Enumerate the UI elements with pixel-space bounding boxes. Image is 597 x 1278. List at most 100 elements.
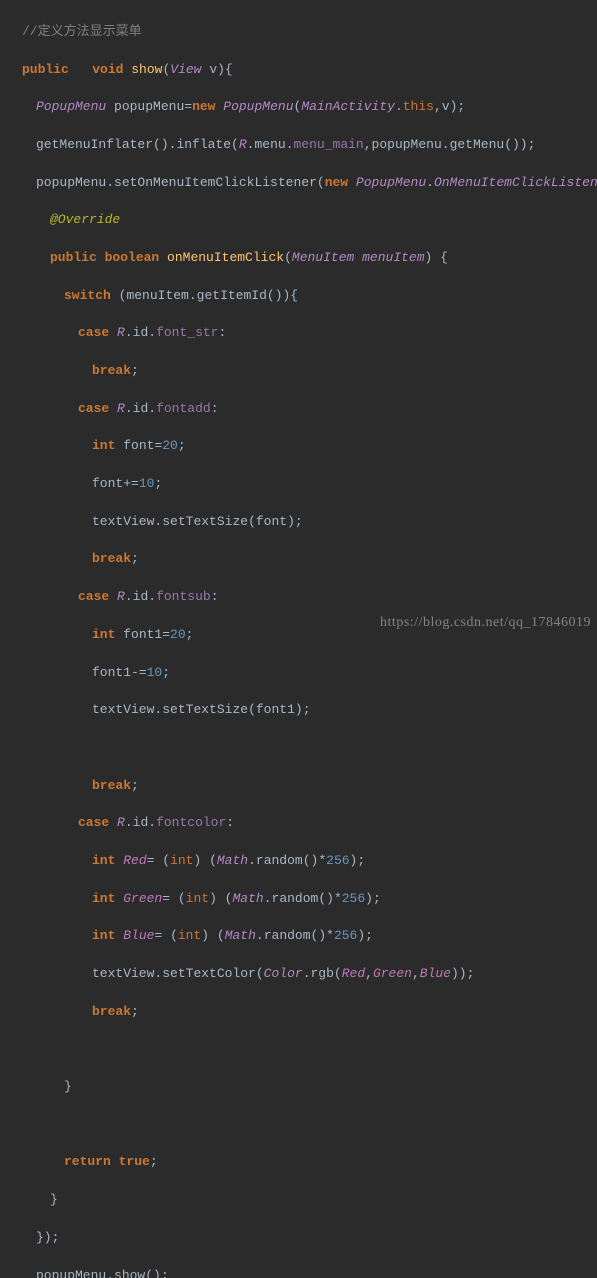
var-font1: font1 [123, 627, 162, 642]
fontsub: fontsub [156, 589, 211, 604]
getmenu: getMenu [450, 137, 505, 152]
break2: break [92, 551, 131, 566]
settextsize2: setTextSize [162, 702, 248, 717]
num256a: 256 [326, 853, 349, 868]
cast-int2: int [186, 891, 209, 906]
kw-return: return [64, 1154, 111, 1169]
menu-main: menu_main [294, 137, 364, 152]
kw-case1: case [78, 325, 109, 340]
arg-v: v [442, 99, 450, 114]
kw-int2: int [92, 627, 115, 642]
cast-int3: int [178, 928, 201, 943]
onmenuitemclick: onMenuItemClick [167, 250, 284, 265]
textview2: textView [92, 702, 154, 717]
code-editor[interactable]: //定义方法显示菜单 public void show(View v){ Pop… [0, 0, 597, 1278]
id3: id [133, 589, 149, 604]
num10a: 10 [139, 476, 155, 491]
popupmenu-show: popupMenu [36, 1268, 106, 1278]
type-popupmenu: PopupMenu [36, 99, 106, 114]
font-str: font_str [156, 325, 218, 340]
menu: menu [254, 137, 285, 152]
var-font2: font [92, 476, 123, 491]
setlistener: setOnMenuItemClickListener [114, 175, 317, 190]
menuitem-param: menuItem [362, 250, 424, 265]
kw-public2: public [50, 250, 97, 265]
brace2: } [50, 1192, 58, 1207]
var-popupmenu: popupMenu [114, 99, 184, 114]
math2: Math [232, 891, 263, 906]
kw-public: public [22, 62, 69, 77]
arg-green: Green [373, 966, 412, 981]
random2: random [272, 891, 319, 906]
var-green: Green [123, 891, 162, 906]
minuseq: -= [131, 665, 147, 680]
fontadd: fontadd [156, 401, 211, 416]
menuitem-var: menuItem [126, 288, 188, 303]
kw-true: true [119, 1154, 150, 1169]
kw-int5: int [92, 928, 115, 943]
mul2: * [334, 891, 342, 906]
close-paren: }); [36, 1230, 59, 1245]
method-show: show [131, 62, 162, 77]
kw-new: new [192, 99, 215, 114]
kw-this: this [403, 99, 434, 114]
kw-case3: case [78, 589, 109, 604]
getmenuinflater: getMenuInflater [36, 137, 153, 152]
popupmenu-type: PopupMenu [356, 175, 426, 190]
arg-font: font [256, 514, 287, 529]
popupmenu-call: popupMenu [36, 175, 106, 190]
color: Color [264, 966, 303, 981]
type-view: View [170, 62, 201, 77]
kw-new2: new [325, 175, 348, 190]
var-font1b: font1 [92, 665, 131, 680]
settextcolor: setTextColor [162, 966, 256, 981]
num20a: 20 [162, 438, 178, 453]
arg-blue: Blue [420, 966, 451, 981]
settextsize1: setTextSize [162, 514, 248, 529]
kw-int3: int [92, 853, 115, 868]
popupmenu-ref: popupMenu [372, 137, 442, 152]
break4: break [92, 1004, 131, 1019]
arg-font1: font1 [256, 702, 295, 717]
var-font: font [123, 438, 154, 453]
id4: id [133, 815, 149, 830]
fontcolor: fontcolor [156, 815, 226, 830]
kw-switch: switch [64, 288, 111, 303]
random3: random [264, 928, 311, 943]
break1: break [92, 363, 131, 378]
inflate: inflate [176, 137, 231, 152]
r1: R [117, 325, 125, 340]
kw-case4: case [78, 815, 109, 830]
kw-int1: int [92, 438, 115, 453]
random1: random [256, 853, 303, 868]
math3: Math [225, 928, 256, 943]
cast-int1: int [170, 853, 193, 868]
param-v: v [209, 62, 217, 77]
show-call: show [114, 1268, 145, 1278]
num256b: 256 [342, 891, 365, 906]
break3: break [92, 778, 131, 793]
num10b: 10 [147, 665, 163, 680]
menuitem-type: MenuItem [292, 250, 354, 265]
getitemid: getItemId [197, 288, 267, 303]
arg-red: Red [342, 966, 365, 981]
r4: R [117, 815, 125, 830]
listener-type: OnMenuItemClickListener [434, 175, 597, 190]
kw-int4: int [92, 891, 115, 906]
mainactivity: MainActivity [301, 99, 395, 114]
num20b: 20 [170, 627, 186, 642]
override: @Override [50, 212, 120, 227]
num256c: 256 [334, 928, 357, 943]
r2: R [117, 401, 125, 416]
rgb: rgb [311, 966, 334, 981]
var-blue: Blue [123, 928, 154, 943]
brace1: } [64, 1079, 72, 1094]
textview3: textView [92, 966, 154, 981]
mul1: * [318, 853, 326, 868]
eq2: = [162, 627, 170, 642]
kw-void: void [92, 62, 123, 77]
math1: Math [217, 853, 248, 868]
var-red: Red [123, 853, 146, 868]
r3: R [117, 589, 125, 604]
ctor-popupmenu: PopupMenu [223, 99, 293, 114]
